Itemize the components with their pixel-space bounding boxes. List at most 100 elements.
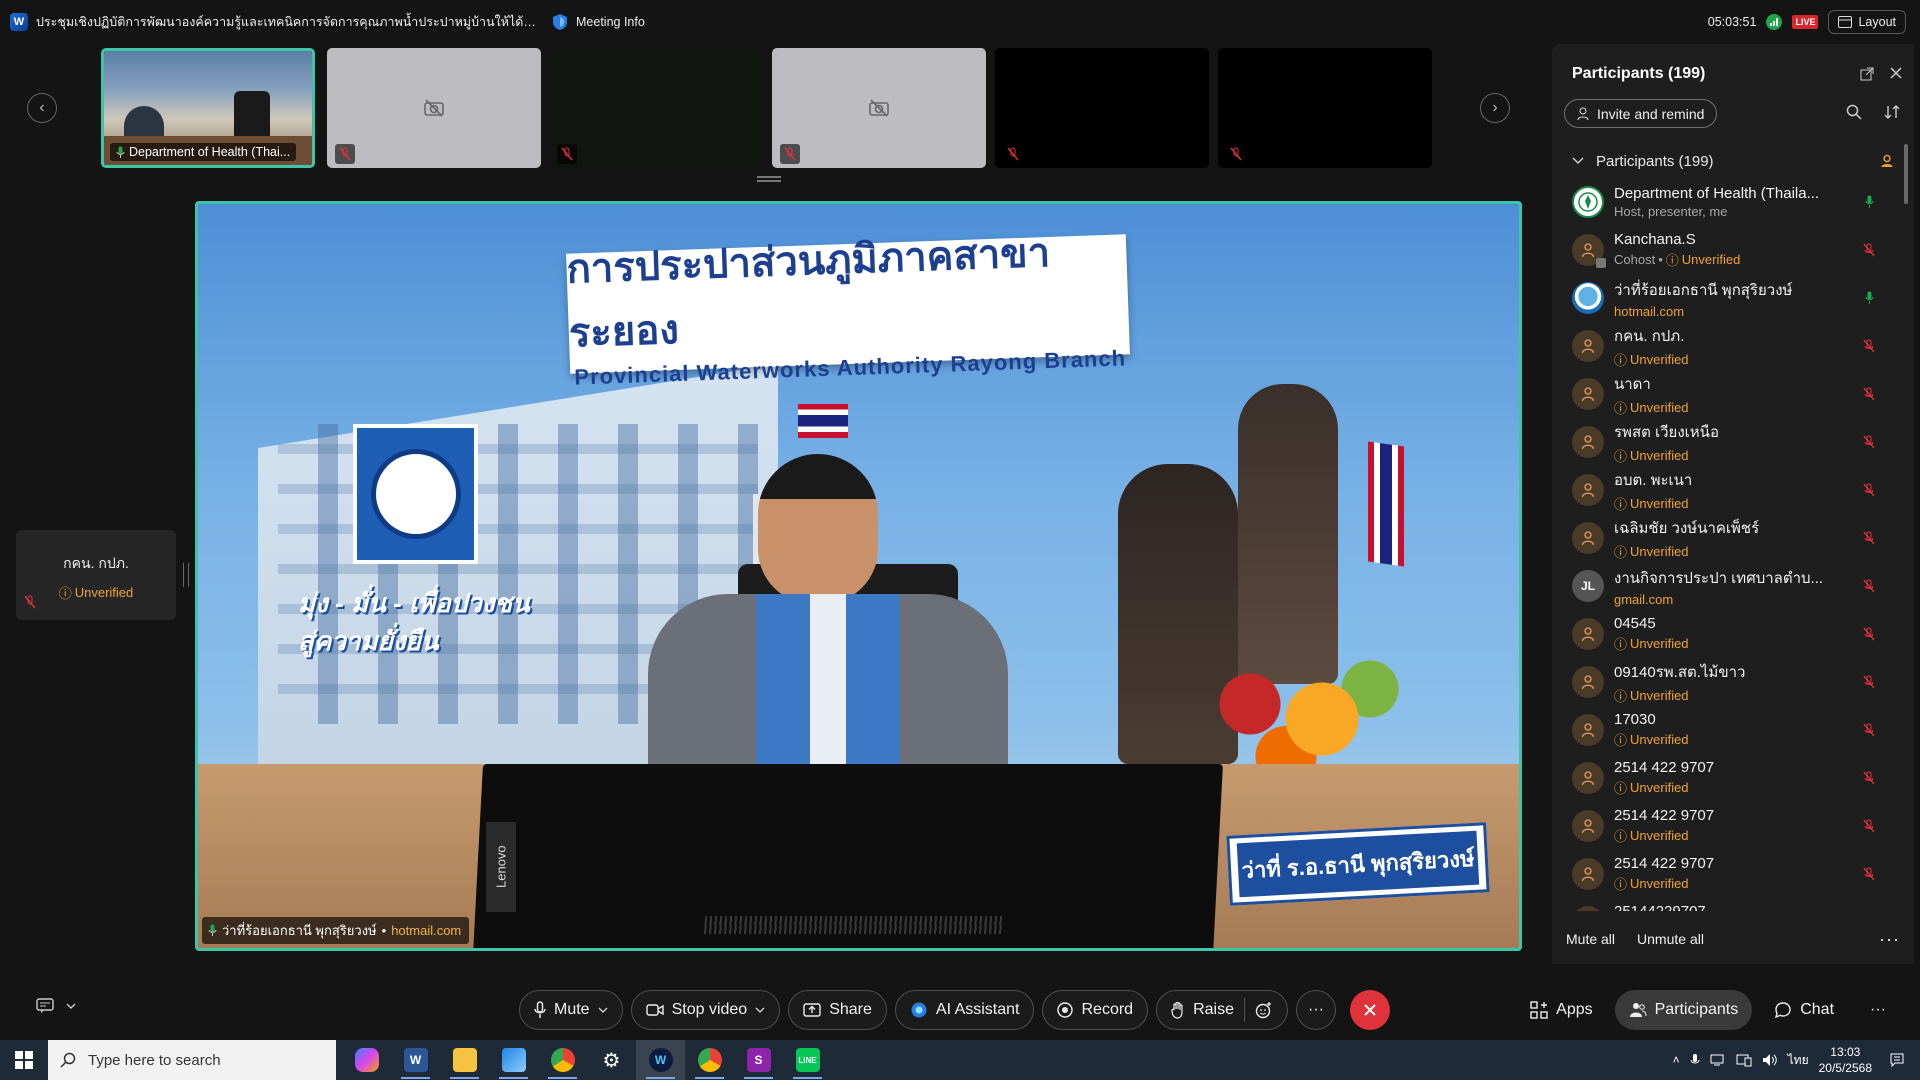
captions-control[interactable] — [36, 998, 76, 1014]
strip-resize-handle[interactable] — [757, 176, 781, 182]
participant-email: hotmail.com — [1614, 303, 1685, 319]
participant-row[interactable]: กคน. กปภ. ⓘ Unverified — [1564, 322, 1899, 370]
mic-off-icon[interactable] — [1857, 675, 1881, 689]
live-badge[interactable]: LIVE — [1792, 15, 1819, 29]
participant-row[interactable]: Department of Health (Thaila... Host, pre… — [1564, 178, 1899, 226]
participant-name: ว่าที่ร้อยเอกธานี พุกสุริยวงษ์ — [1614, 281, 1793, 299]
share-button[interactable]: Share — [788, 990, 887, 1030]
participant-row[interactable]: ว่าที่ร้อยเอกธานี พุกสุริยวงษ์ hotmail.co… — [1564, 274, 1899, 322]
mic-off-icon[interactable] — [1857, 819, 1881, 833]
taskbar-file-explorer[interactable] — [440, 1040, 489, 1080]
participant-name: Department of Health (Thaila... — [1614, 185, 1820, 202]
apps-button[interactable]: Apps — [1516, 990, 1606, 1030]
unmute-all-button[interactable]: Unmute all — [1637, 931, 1704, 947]
network-icon[interactable] — [1710, 1053, 1726, 1067]
participant-name: 25144229707 — [1614, 903, 1834, 911]
mic-on-icon[interactable] — [1857, 195, 1881, 209]
taskbar-line[interactable]: LINE — [783, 1040, 832, 1080]
mic-off-icon[interactable] — [1857, 483, 1881, 497]
participant-row[interactable]: อบต. พะเนา ⓘ Unverified — [1564, 466, 1899, 514]
input-language[interactable]: ไทย — [1788, 1051, 1809, 1070]
participant-row[interactable]: 17030 ⓘ Unverified — [1564, 706, 1899, 754]
participant-row[interactable]: 04545 ⓘ Unverified — [1564, 610, 1899, 658]
panel-scrollbar[interactable] — [1904, 144, 1908, 204]
chevron-up-icon[interactable]: ˄ — [1673, 1053, 1680, 1067]
record-button[interactable]: Record — [1042, 990, 1149, 1030]
taskbar-clock[interactable]: 13:03 20/5/2568 — [1819, 1044, 1872, 1076]
mute-button[interactable]: Mute — [519, 990, 623, 1030]
video-thumbnail-1[interactable]: Department of Health (Thai... — [101, 48, 315, 168]
mic-off-icon[interactable] — [1857, 771, 1881, 785]
video-thumbnail-6[interactable] — [1218, 48, 1432, 168]
meeting-info-link[interactable]: Meeting Info — [576, 15, 645, 29]
taskbar-app-9[interactable]: S — [734, 1040, 783, 1080]
taskbar-chrome-profile[interactable] — [685, 1040, 734, 1080]
mic-off-icon[interactable] — [1857, 867, 1881, 881]
participant-row[interactable]: 09140รพ.สต.ไม้ขาว ⓘ Unverified — [1564, 658, 1899, 706]
chevron-down-icon[interactable] — [598, 1007, 608, 1013]
mic-off-icon[interactable] — [1857, 627, 1881, 641]
mic-off-icon[interactable] — [1857, 387, 1881, 401]
mic-off-icon[interactable] — [1857, 723, 1881, 737]
chat-button[interactable]: Chat — [1760, 990, 1848, 1030]
participants-group-header[interactable]: Participants (199) — [1572, 147, 1894, 175]
video-thumbnail-4[interactable] — [772, 48, 986, 168]
taskbar-settings[interactable]: ⚙ — [587, 1040, 636, 1080]
raise-hand-button[interactable]: Raise — [1156, 990, 1288, 1030]
more-options-icon[interactable]: ··· — [1879, 929, 1900, 950]
network-signal-icon[interactable] — [1766, 14, 1783, 30]
stage-splitter[interactable] — [183, 563, 189, 587]
participant-row[interactable]: นาดา ⓘ Unverified — [1564, 370, 1899, 418]
participant-row[interactable]: 2514 422 9707 ⓘ Unverified — [1564, 850, 1899, 898]
chevron-down-icon[interactable] — [755, 1007, 765, 1013]
mic-off-icon[interactable] — [1857, 531, 1881, 545]
participant-row[interactable]: Kanchana.S Cohost • ⓘ Unverified — [1564, 226, 1899, 274]
leave-meeting-button[interactable] — [1349, 990, 1390, 1030]
active-speaker-video[interactable]: การประปาส่วนภูมิภาคสาขาระยอง Provincial … — [195, 201, 1522, 951]
video-thumbnail-3[interactable] — [549, 48, 763, 168]
stop-video-button[interactable]: Stop video — [630, 990, 781, 1030]
notification-icon[interactable] — [1882, 1040, 1912, 1080]
taskbar-search-input[interactable]: Type here to search — [48, 1040, 336, 1080]
reactions-icon[interactable] — [1255, 1001, 1273, 1019]
taskbar-webex[interactable]: W — [636, 1040, 685, 1080]
participant-row[interactable]: 25144229707ⓘUnverified — [1564, 898, 1899, 911]
more-options-button[interactable]: ··· — [1856, 990, 1900, 1030]
side-participant-tile[interactable]: กคน. กปภ. ⓘ Unverified — [16, 530, 176, 620]
start-button[interactable] — [0, 1040, 48, 1080]
speaker-icon[interactable] — [1762, 1053, 1778, 1067]
mic-off-icon[interactable] — [1857, 339, 1881, 353]
device-icon[interactable] — [1736, 1053, 1752, 1067]
participant-row[interactable]: เฉลิมชัย วงษ์นาคเพ็ชร์ ⓘ Unverified — [1564, 514, 1899, 562]
participant-row[interactable]: รพสต เวียงเหนือ ⓘ Unverified — [1564, 418, 1899, 466]
microphone-icon[interactable] — [1690, 1053, 1700, 1067]
mic-off-icon[interactable] — [1857, 243, 1881, 257]
taskbar-app-4[interactable] — [489, 1040, 538, 1080]
participants-button[interactable]: Participants — [1614, 990, 1753, 1030]
mic-off-icon[interactable] — [1857, 579, 1881, 593]
desk-nameplate: ว่าที่ ร.อ.ธานี พุกสุริยวงษ์ — [1226, 822, 1490, 906]
participant-row[interactable]: 2514 422 9707 ⓘ Unverified — [1564, 802, 1899, 850]
sort-icon[interactable] — [1884, 104, 1900, 120]
taskbar-copilot[interactable] — [342, 1040, 391, 1080]
mic-off-icon[interactable] — [1857, 435, 1881, 449]
more-button[interactable]: ··· — [1295, 990, 1336, 1030]
participant-row[interactable]: 2514 422 9707 ⓘ Unverified — [1564, 754, 1899, 802]
layout-button[interactable]: Layout — [1828, 10, 1906, 34]
participant-row[interactable]: JL งานกิจการประปา เทศบาลตำบ... gmail.com — [1564, 562, 1899, 610]
ai-assistant-button[interactable]: AI Assistant — [894, 990, 1035, 1030]
taskbar-word[interactable]: W — [391, 1040, 440, 1080]
mic-on-icon[interactable] — [1857, 291, 1881, 305]
video-thumbnail-2[interactable] — [327, 48, 541, 168]
shield-icon[interactable] — [552, 13, 568, 31]
participants-icon — [1629, 1003, 1647, 1017]
pop-out-icon[interactable] — [1860, 67, 1874, 81]
invite-and-remind-button[interactable]: Invite and remind — [1564, 99, 1718, 128]
close-icon[interactable] — [1890, 67, 1902, 79]
strip-prev-button[interactable]: ‹ — [27, 93, 57, 123]
mute-all-button[interactable]: Mute all — [1566, 931, 1615, 947]
strip-next-button[interactable]: › — [1480, 93, 1510, 123]
search-icon[interactable] — [1846, 104, 1862, 120]
taskbar-chrome[interactable] — [538, 1040, 587, 1080]
video-thumbnail-5[interactable] — [995, 48, 1209, 168]
